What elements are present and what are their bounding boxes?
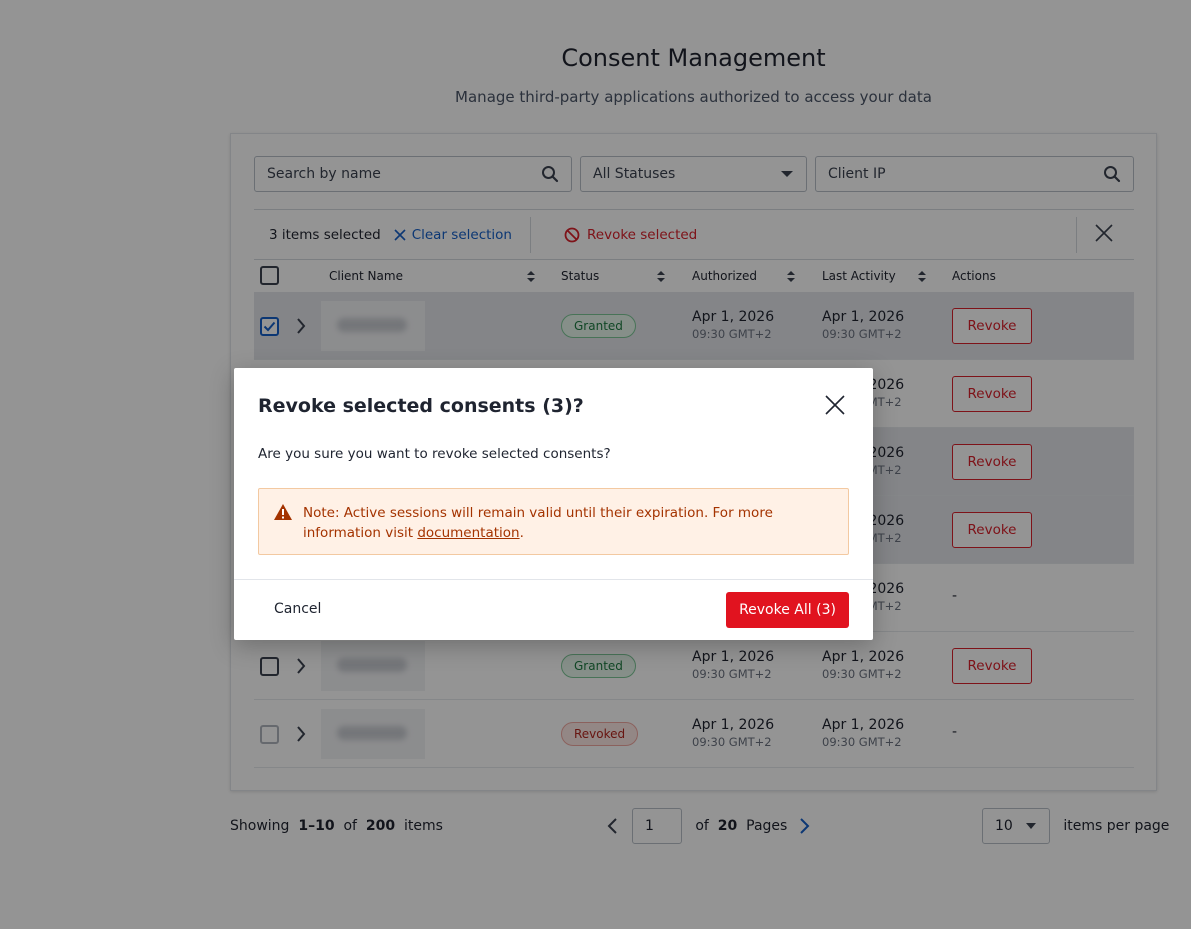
note-end: . — [519, 525, 524, 541]
warning-note-text: Note: Active sessions will remain valid … — [303, 503, 823, 543]
cancel-button[interactable]: Cancel — [274, 601, 321, 617]
note-text: Note: Active sessions will remain valid … — [303, 505, 773, 541]
divider — [234, 579, 873, 580]
dialog-title: Revoke selected consents (3)? — [258, 395, 584, 417]
dialog-message: Are you sure you want to revoke selected… — [258, 446, 611, 462]
warning-icon — [274, 504, 292, 520]
documentation-link[interactable]: documentation — [417, 525, 519, 541]
revoke-all-button[interactable]: Revoke All (3) — [726, 592, 849, 628]
warning-note: Note: Active sessions will remain valid … — [258, 488, 849, 555]
revoke-confirm-dialog: Revoke selected consents (3)? Are you su… — [234, 368, 873, 640]
close-icon[interactable] — [824, 394, 846, 416]
